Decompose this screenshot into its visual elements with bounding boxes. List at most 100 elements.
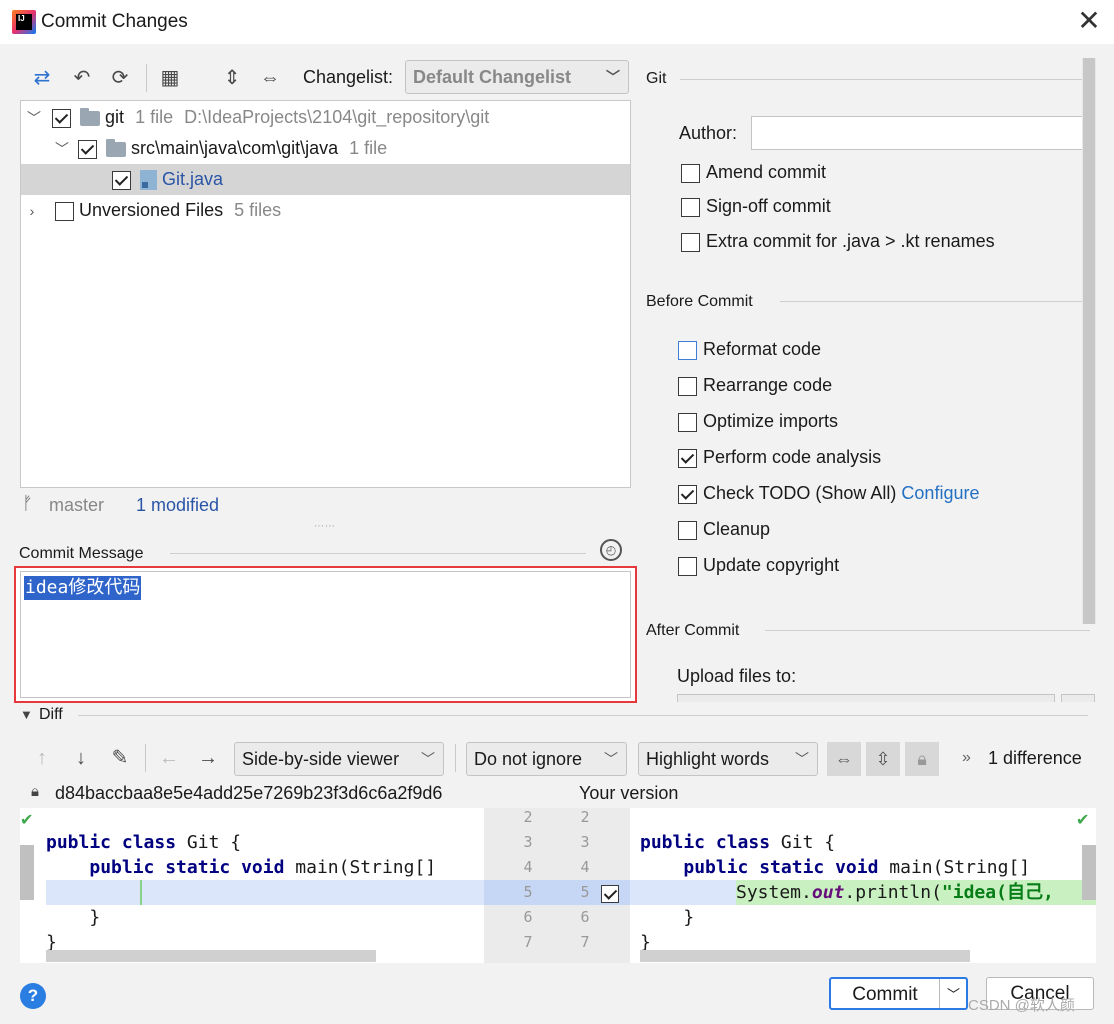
- tree-row-root[interactable]: ﹀ git 1 file D:\IdeaProjects\2104\git_re…: [21, 102, 630, 133]
- optimize-option[interactable]: Optimize imports: [678, 409, 838, 433]
- close-icon[interactable]: ✕: [1076, 7, 1102, 35]
- copyright-option[interactable]: Update copyright: [678, 553, 839, 577]
- left-code-line-6: }: [46, 907, 101, 928]
- todo-label: Check TODO (Show All): [703, 483, 897, 503]
- group-by-icon[interactable]: ▦: [158, 66, 182, 90]
- diff-title: Diff: [39, 706, 63, 723]
- highlight-select[interactable]: Highlight words ﹀: [638, 742, 818, 776]
- changelist-label: Changelist:: [303, 67, 394, 87]
- right-editor-hscrollbar[interactable]: [640, 950, 970, 962]
- branch-name[interactable]: master: [49, 495, 104, 516]
- right-panel-scrollbar[interactable]: [1082, 58, 1096, 624]
- previous-difference-icon[interactable]: ↑: [30, 746, 54, 770]
- chevron-down-icon[interactable]: ﹀: [27, 103, 41, 134]
- folder-icon: [80, 107, 101, 126]
- root-checkbox[interactable]: [52, 108, 72, 128]
- include-change-checkbox[interactable]: [601, 885, 619, 904]
- help-icon[interactable]: ?: [20, 983, 46, 1009]
- more-icon[interactable]: »: [962, 749, 971, 767]
- amend-checkbox[interactable]: [681, 163, 700, 183]
- before-commit-title: Before Commit: [646, 293, 753, 310]
- cleanup-checkbox[interactable]: [678, 520, 697, 540]
- commit-button[interactable]: Commit ﹀: [829, 977, 968, 1010]
- title-bar: IJ Commit Changes ✕: [0, 0, 1114, 44]
- scroll-thumb[interactable]: [1083, 58, 1095, 624]
- folder-checkbox[interactable]: [78, 139, 98, 159]
- next-difference-icon[interactable]: ↓: [69, 746, 93, 770]
- folder-count: 1 file: [349, 138, 388, 158]
- back-arrow-icon[interactable]: ←: [157, 746, 181, 770]
- changelist-select[interactable]: Default Changelist ﹀: [405, 60, 629, 94]
- right-title: Your version: [579, 783, 679, 803]
- right-editor-scrollbar[interactable]: [1082, 845, 1096, 900]
- line-number: 2: [580, 808, 590, 826]
- reformat-checkbox[interactable]: [678, 340, 697, 360]
- left-editor-scrollbar[interactable]: [20, 845, 34, 900]
- ignore-select[interactable]: Do not ignore ﹀: [466, 742, 627, 776]
- line-number: 3: [580, 833, 590, 851]
- signoff-commit-option[interactable]: Sign-off commit: [681, 194, 831, 218]
- lock-icon[interactable]: 🔒︎: [905, 742, 939, 776]
- rearrange-option[interactable]: Rearrange code: [678, 373, 832, 397]
- chevron-right-icon[interactable]: ›: [25, 196, 39, 227]
- chevron-down-icon[interactable]: ﹀: [55, 134, 69, 165]
- modified-link[interactable]: 1 modified: [136, 495, 219, 516]
- copyright-label: Update copyright: [703, 555, 840, 575]
- tree-row-folder[interactable]: ﹀ src\main\java\com\git\java 1 file: [21, 133, 630, 164]
- cleanup-option[interactable]: Cleanup: [678, 517, 770, 541]
- collapse-unchanged-icon[interactable]: ⇔: [827, 742, 861, 776]
- intellij-logo-icon: IJ: [12, 10, 36, 34]
- optimize-checkbox[interactable]: [678, 412, 697, 432]
- author-input[interactable]: [751, 116, 1091, 150]
- unversioned-checkbox[interactable]: [55, 201, 75, 221]
- java-file-icon: [140, 170, 158, 191]
- amend-commit-option[interactable]: Amend commit: [681, 160, 826, 184]
- refresh-icon[interactable]: ⟳: [108, 66, 132, 90]
- line-number: 4: [523, 858, 533, 876]
- divider: [680, 79, 1090, 80]
- right-code-line-6: }: [640, 907, 695, 928]
- signoff-checkbox[interactable]: [681, 197, 700, 217]
- rollback-icon[interactable]: ↶: [70, 66, 94, 90]
- line-number: 2: [523, 808, 533, 826]
- todo-option[interactable]: Check TODO (Show All) Configure: [678, 481, 979, 505]
- commit-message-input[interactable]: idea修改代码: [20, 571, 631, 698]
- insert-marker: [140, 880, 142, 905]
- extra-commit-option[interactable]: Extra commit for .java > .kt renames: [681, 229, 995, 253]
- left-editor-hscrollbar[interactable]: [46, 950, 376, 962]
- collapse-all-icon[interactable]: ⇔: [258, 66, 282, 90]
- changes-tree[interactable]: ﹀ git 1 file D:\IdeaProjects\2104\git_re…: [20, 100, 631, 488]
- file-checkbox[interactable]: [112, 170, 131, 190]
- unversioned-count: 5 files: [234, 200, 282, 220]
- left-code-line-4: public static void main(String[]: [89, 857, 437, 878]
- extra-checkbox[interactable]: [681, 232, 700, 252]
- todo-checkbox[interactable]: [678, 484, 697, 504]
- analysis-checkbox[interactable]: [678, 448, 697, 468]
- chevron-down-icon: ﹀: [795, 751, 809, 767]
- analysis-option[interactable]: Perform code analysis: [678, 445, 881, 469]
- tree-row-unversioned[interactable]: › Unversioned Files 5 files: [21, 195, 630, 226]
- sync-scroll-icon[interactable]: ⇳: [866, 742, 900, 776]
- forward-arrow-icon[interactable]: →: [196, 746, 220, 770]
- copyright-checkbox[interactable]: [678, 556, 697, 576]
- after-commit-title: After Commit: [646, 622, 740, 639]
- collapse-triangle-icon[interactable]: ▼: [20, 707, 33, 722]
- edit-pencil-icon[interactable]: ✎: [108, 746, 132, 770]
- rearrange-checkbox[interactable]: [678, 376, 697, 396]
- show-diff-icon[interactable]: ⇄: [30, 66, 54, 90]
- right-code-line-4: public static void main(String[]: [683, 857, 1031, 878]
- configure-link[interactable]: Configure: [901, 483, 979, 503]
- upload-options-button[interactable]: [1061, 694, 1095, 702]
- chevron-down-icon[interactable]: ﹀: [941, 979, 966, 1010]
- upload-select[interactable]: [677, 694, 1055, 702]
- right-code-line-5: System.out.println("idea(自己,: [736, 880, 1096, 905]
- expand-all-icon[interactable]: ⇕: [220, 66, 244, 90]
- history-clock-icon[interactable]: ◴: [600, 539, 622, 561]
- divider: [780, 301, 1090, 302]
- optimize-label: Optimize imports: [703, 411, 839, 431]
- viewer-select[interactable]: Side-by-side viewer ﹀: [234, 742, 444, 776]
- splitter-handle[interactable]: ⋯⋯: [314, 521, 336, 532]
- reformat-option[interactable]: Reformat code: [678, 337, 821, 361]
- tree-row-file[interactable]: Git.java: [21, 164, 630, 195]
- left-check-icon: ✔: [20, 812, 34, 829]
